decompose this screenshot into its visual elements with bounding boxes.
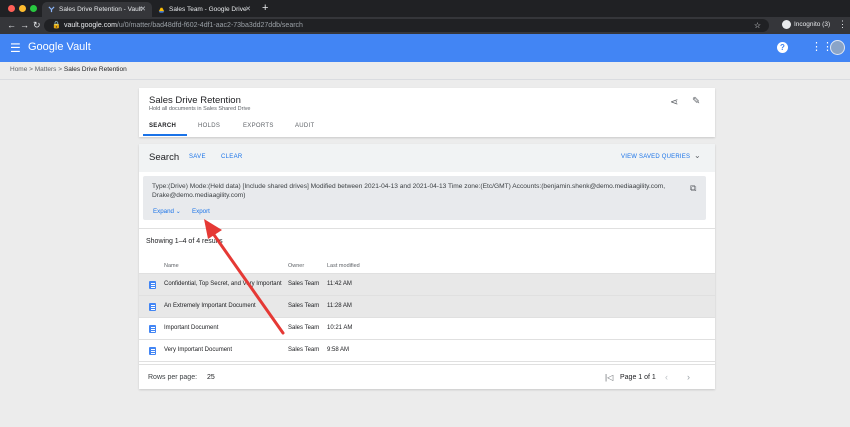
query-summary: Type:(Drive) Mode:(Held data) [Include s…: [143, 176, 706, 220]
copy-icon[interactable]: ⧉: [690, 183, 696, 194]
breadcrumb-separator: >: [58, 66, 63, 73]
row-modified: 11:28 AM: [327, 303, 352, 309]
divider: [139, 228, 715, 229]
search-card: Search SAVE CLEAR VIEW SAVED QUERIES ⌄ T…: [139, 144, 715, 389]
main-menu-icon[interactable]: ☰: [10, 41, 21, 55]
tab-title: Sales Drive Retention - Vault: [59, 6, 142, 13]
results-count: Showing 1–4 of 4 results: [146, 238, 223, 245]
reload-icon[interactable]: ↻: [33, 20, 41, 31]
row-owner: Sales Team: [288, 303, 320, 309]
search-title: Search: [149, 152, 180, 163]
url-host: vault.google.com: [64, 22, 117, 29]
browser-tab-vault[interactable]: Sales Drive Retention - Vault ✕: [42, 2, 152, 17]
tab-holds[interactable]: HOLDS: [198, 123, 220, 129]
docs-file-icon: [149, 347, 156, 355]
incognito-indicator[interactable]: Incognito (3): [782, 20, 830, 29]
browser-toolbar: ← → ↻ 🔒 vault.google.com/u/0/matter/bad4…: [0, 17, 850, 34]
edit-pencil-icon[interactable]: ✎: [692, 96, 700, 107]
drive-favicon-icon: [158, 7, 165, 13]
breadcrumb-home[interactable]: Home: [10, 66, 27, 73]
chevron-down-icon[interactable]: ⌄: [694, 151, 701, 160]
matter-description: Hold all documents in Sales Shared Drive: [149, 106, 251, 112]
breadcrumb-separator: >: [29, 66, 33, 73]
forward-arrow-icon[interactable]: →: [20, 20, 29, 30]
bookmark-star-icon[interactable]: ☆: [754, 21, 761, 30]
table-header: Name Owner Last modified: [139, 258, 715, 274]
docs-file-icon: [149, 303, 156, 311]
breadcrumb-current: Sales Drive Retention: [63, 66, 127, 73]
close-tab-icon[interactable]: ✕: [245, 5, 251, 13]
matter-header-card: Sales Drive Retention Hold all documents…: [139, 88, 715, 137]
divider: [139, 364, 715, 365]
help-icon[interactable]: ?: [777, 42, 788, 53]
minimize-window-button[interactable]: [19, 5, 26, 12]
close-window-button[interactable]: [8, 5, 15, 12]
url-path: /u/0/matter/bad48dfd-f602-4df1-aac2-73ba…: [116, 22, 303, 29]
row-name: Very Important Document: [164, 347, 233, 353]
tab-exports[interactable]: EXPORTS: [243, 123, 274, 129]
share-icon[interactable]: ⋖: [670, 97, 678, 108]
rows-per-page-label: Rows per page:: [148, 374, 198, 381]
expand-button[interactable]: Expand ⌄: [153, 208, 181, 215]
table-row[interactable]: An Extremely Important Document Sales Te…: [139, 296, 715, 318]
browser-tab-strip: Sales Drive Retention - Vault ✕ Sales Te…: [0, 0, 850, 17]
chevron-down-icon: ⌄: [175, 208, 181, 215]
rows-per-page-select[interactable]: 25: [207, 374, 215, 381]
tab-search[interactable]: SEARCH: [149, 123, 176, 129]
first-page-icon[interactable]: |◁: [605, 373, 613, 382]
lock-icon: 🔒: [52, 22, 61, 29]
row-modified: 10:21 AM: [327, 325, 353, 331]
docs-file-icon: [149, 281, 156, 289]
export-button[interactable]: Export: [192, 208, 210, 215]
row-modified: 9:58 AM: [327, 347, 350, 353]
brand-google: Google: [28, 41, 64, 53]
column-header-owner[interactable]: Owner: [288, 263, 304, 269]
vault-favicon-icon: [48, 6, 55, 13]
row-modified: 11:42 AM: [327, 281, 352, 287]
expand-label: Expand: [153, 208, 174, 215]
next-page-icon[interactable]: ›: [687, 372, 690, 382]
column-header-modified[interactable]: Last modified: [327, 263, 360, 269]
row-owner: Sales Team: [288, 325, 320, 331]
row-name: Important Document: [164, 325, 219, 331]
previous-page-icon[interactable]: ‹: [665, 372, 668, 382]
google-vault-logo[interactable]: Google Vault: [28, 41, 91, 53]
table-row[interactable]: Confidential, Top Secret, and Very Impor…: [139, 274, 715, 296]
browser-tab-drive[interactable]: Sales Team - Google Drive ✕: [152, 2, 257, 17]
table-row[interactable]: Important Document Sales Team 10:21 AM: [139, 318, 715, 340]
incognito-label: Incognito (3): [794, 21, 831, 29]
save-button[interactable]: SAVE: [189, 154, 206, 160]
row-owner: Sales Team: [288, 281, 320, 287]
browser-menu-icon[interactable]: ⋮: [838, 19, 847, 30]
clear-button[interactable]: CLEAR: [221, 154, 243, 160]
tab-title: Sales Team - Google Drive: [169, 6, 247, 13]
divider: [0, 79, 850, 80]
vault-app-bar: ☰ Google Vault ? ⋮⋮: [0, 34, 850, 62]
column-header-name[interactable]: Name: [164, 263, 179, 269]
close-tab-icon[interactable]: ✕: [140, 5, 146, 13]
breadcrumb: Home > Matters > Sales Drive Retention: [10, 66, 127, 73]
new-tab-button[interactable]: +: [262, 2, 268, 14]
docs-file-icon: [149, 325, 156, 333]
maximize-window-button[interactable]: [30, 5, 37, 12]
back-arrow-icon[interactable]: ←: [7, 20, 16, 30]
view-saved-queries-button[interactable]: VIEW SAVED QUERIES: [621, 154, 690, 160]
breadcrumb-matters[interactable]: Matters: [35, 66, 57, 73]
address-bar[interactable]: 🔒 vault.google.com/u/0/matter/bad48dfd-f…: [44, 19, 769, 32]
query-text: Type:(Drive) Mode:(Held data) [Include s…: [152, 183, 666, 199]
page-label: Page 1 of 1: [620, 374, 656, 381]
search-header: Search SAVE CLEAR VIEW SAVED QUERIES ⌄: [139, 144, 715, 172]
active-tab-indicator: [143, 134, 187, 136]
incognito-icon: [782, 20, 791, 29]
row-name: An Extremely Important Document: [164, 303, 256, 309]
account-avatar[interactable]: [830, 40, 845, 55]
brand-vault: Vault: [66, 41, 91, 53]
matter-title: Sales Drive Retention: [149, 95, 241, 106]
row-owner: Sales Team: [288, 347, 320, 353]
table-row[interactable]: Very Important Document Sales Team 9:58 …: [139, 340, 715, 362]
row-name: Confidential, Top Secret, and Very Impor…: [164, 281, 282, 287]
tab-audit[interactable]: AUDIT: [295, 123, 315, 129]
